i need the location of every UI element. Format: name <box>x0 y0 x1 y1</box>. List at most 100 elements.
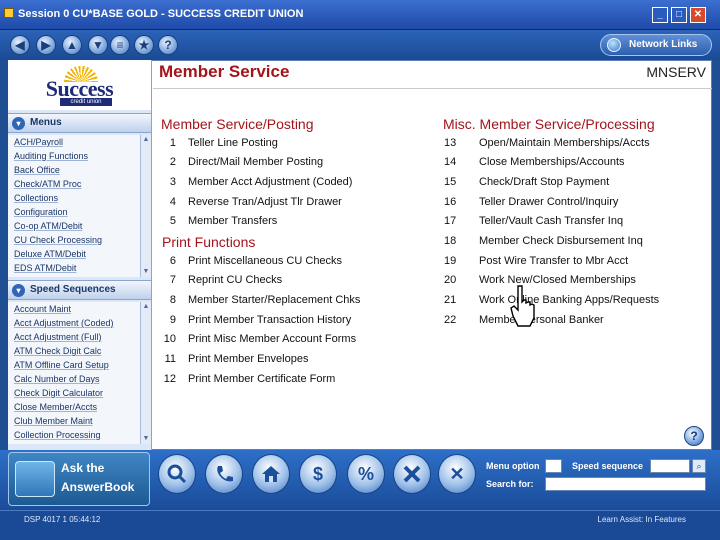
speed-item[interactable]: Check Digit Calculator <box>8 386 140 400</box>
speed-item[interactable]: Acct Adjustment (Full) <box>8 330 140 344</box>
option-label[interactable]: Member Acct Adjustment (Coded) <box>188 176 352 188</box>
speed-item[interactable]: ATM Offline Card Setup <box>8 358 140 372</box>
menu-option-row[interactable]: 8 Member Starter/Replacement Chks <box>160 294 430 310</box>
menu-item[interactable]: Co-op ATM/Debit <box>8 219 140 233</box>
phone-icon[interactable] <box>205 454 243 494</box>
speed-item[interactable]: Account Maint <box>8 302 140 316</box>
option-label[interactable]: Post Wire Transfer to Mbr Acct <box>479 255 628 267</box>
home-icon[interactable] <box>252 454 290 494</box>
search-icon[interactable] <box>158 454 196 494</box>
speed-sequences-header[interactable]: ▾ Speed Sequences <box>8 280 151 300</box>
forward-icon[interactable]: ▶ <box>36 35 56 55</box>
option-label[interactable]: Member Personal Banker <box>479 314 604 326</box>
speed-item[interactable]: Club Member Maint <box>8 414 140 428</box>
section-heading: Print Functions <box>162 234 256 250</box>
percent-icon[interactable]: % <box>347 454 385 494</box>
menu-option-row[interactable]: 20 Work New/Closed Memberships <box>444 274 704 290</box>
menu-option-input[interactable] <box>545 459 562 473</box>
menu-icon[interactable]: ≡ <box>110 35 130 55</box>
menu-option-row[interactable]: 21 Work Online Banking Apps/Requests <box>444 294 704 310</box>
option-label[interactable]: Teller Line Posting <box>188 137 278 149</box>
speed-scrollbar[interactable]: ▲ ▼ <box>140 302 151 444</box>
menu-item[interactable]: Collections <box>8 191 140 205</box>
option-label[interactable]: Print Member Envelopes <box>188 353 308 365</box>
menu-option-row[interactable]: 18 Member Check Disbursement Inq <box>444 235 704 251</box>
menu-option-row[interactable]: 15 Check/Draft Stop Payment <box>444 176 704 192</box>
scroll-down-icon[interactable]: ▼ <box>141 267 151 277</box>
option-label[interactable]: Teller/Vault Cash Transfer Inq <box>479 215 623 227</box>
option-label[interactable]: Check/Draft Stop Payment <box>479 176 609 188</box>
option-label[interactable]: Member Starter/Replacement Chks <box>188 294 360 306</box>
network-links-button[interactable]: Network Links <box>600 34 712 56</box>
speed-item[interactable]: ATM Check Digit Calc <box>8 344 140 358</box>
menu-option-row[interactable]: 10 Print Misc Member Account Forms <box>160 333 430 349</box>
option-label[interactable]: Reprint CU Checks <box>188 274 282 286</box>
menu-option-row[interactable]: 13 Open/Maintain Memberships/Accts <box>444 137 704 153</box>
option-label[interactable]: Open/Maintain Memberships/Accts <box>479 137 650 149</box>
menus-scrollbar[interactable]: ▲ ▼ <box>140 135 151 277</box>
speed-item[interactable]: Calc Number of Days <box>8 372 140 386</box>
option-label[interactable]: Member Transfers <box>188 215 277 227</box>
down-icon[interactable]: ▼ <box>88 35 108 55</box>
help-icon[interactable]: ? <box>158 35 178 55</box>
menu-option-row[interactable]: 11 Print Member Envelopes <box>160 353 430 369</box>
option-label[interactable]: Work Online Banking Apps/Requests <box>479 294 659 306</box>
menu-option-row[interactable]: 7 Reprint CU Checks <box>160 274 430 290</box>
option-number: 3 <box>169 176 176 188</box>
exit-icon[interactable]: ✕ <box>438 454 476 494</box>
close-button[interactable]: ✕ <box>690 7 706 23</box>
option-label[interactable]: Member Check Disbursement Inq <box>479 235 643 247</box>
menu-option-row[interactable]: 3 Member Acct Adjustment (Coded) <box>160 176 430 192</box>
option-label[interactable]: Print Misc Member Account Forms <box>188 333 356 345</box>
menu-option-row[interactable]: 5 Member Transfers <box>160 215 430 231</box>
scroll-down-icon[interactable]: ▼ <box>141 434 151 444</box>
option-label[interactable]: Direct/Mail Member Posting <box>188 156 323 168</box>
up-icon[interactable]: ▲ <box>62 35 82 55</box>
help-button[interactable]: ? <box>684 426 704 446</box>
speed-search-icon[interactable]: ⌕ <box>692 459 706 473</box>
option-label[interactable]: Work New/Closed Memberships <box>479 274 636 286</box>
menu-option-row[interactable]: 17 Teller/Vault Cash Transfer Inq <box>444 215 704 231</box>
speed-item[interactable]: Close Member/Accts <box>8 400 140 414</box>
menu-option-row[interactable]: 19 Post Wire Transfer to Mbr Acct <box>444 255 704 271</box>
option-label[interactable]: Print Member Transaction History <box>188 314 351 326</box>
speed-item[interactable]: Acct Adjustment (Coded) <box>8 316 140 330</box>
tools-icon[interactable] <box>393 454 431 494</box>
speed-sequence-input[interactable] <box>650 459 690 473</box>
menu-option-row[interactable]: 2 Direct/Mail Member Posting <box>160 156 430 172</box>
menu-option-row[interactable]: 6 Print Miscellaneous CU Checks <box>160 255 430 271</box>
ask-answerbook-button[interactable]: Ask the AnswerBook <box>8 452 150 506</box>
menu-option-row[interactable]: 4 Reverse Tran/Adjust Tlr Drawer <box>160 196 430 212</box>
option-label[interactable]: Teller Drawer Control/Inquiry <box>479 196 618 208</box>
option-label[interactable]: Print Miscellaneous CU Checks <box>188 255 342 267</box>
speed-item[interactable]: Collection Processing <box>8 428 140 442</box>
menu-item[interactable]: CU Check Processing <box>8 233 140 247</box>
option-number: 14 <box>444 156 457 168</box>
option-label[interactable]: Print Member Certificate Form <box>188 373 335 385</box>
menu-item[interactable]: ACH/Payroll <box>8 135 140 149</box>
option-label[interactable]: Reverse Tran/Adjust Tlr Drawer <box>188 196 342 208</box>
minimize-button[interactable]: _ <box>652 7 668 23</box>
menus-header[interactable]: ▾ Menus <box>8 113 151 133</box>
maximize-button[interactable]: □ <box>671 7 687 23</box>
menu-option-row[interactable]: 22 Member Personal Banker <box>444 314 704 330</box>
favorite-icon[interactable]: ★ <box>134 35 154 55</box>
menu-item[interactable]: Auditing Functions <box>8 149 140 163</box>
menu-option-row[interactable]: 9 Print Member Transaction History <box>160 314 430 330</box>
menu-item[interactable]: Back Office <box>8 163 140 177</box>
money-bag-icon[interactable]: $ <box>299 454 337 494</box>
scroll-up-icon[interactable]: ▲ <box>141 135 151 145</box>
menu-option-row[interactable]: 14 Close Memberships/Accounts <box>444 156 704 172</box>
scroll-up-icon[interactable]: ▲ <box>141 302 151 312</box>
menu-item[interactable]: EDS ATM/Debit <box>8 261 140 275</box>
search-for-input[interactable] <box>545 477 706 491</box>
menu-option-row[interactable]: 12 Print Member Certificate Form <box>160 373 430 389</box>
menu-item[interactable]: Check/ATM Proc <box>8 177 140 191</box>
menu-item[interactable]: Configuration <box>8 205 140 219</box>
window-title: Session 0 CU*BASE GOLD - SUCCESS CREDIT … <box>18 8 304 20</box>
option-label[interactable]: Close Memberships/Accounts <box>479 156 625 168</box>
menu-item[interactable]: Deluxe ATM/Debit <box>8 247 140 261</box>
back-icon[interactable]: ◀ <box>10 35 30 55</box>
menu-option-row[interactable]: 16 Teller Drawer Control/Inquiry <box>444 196 704 212</box>
menu-option-row[interactable]: 1 Teller Line Posting <box>160 137 430 153</box>
